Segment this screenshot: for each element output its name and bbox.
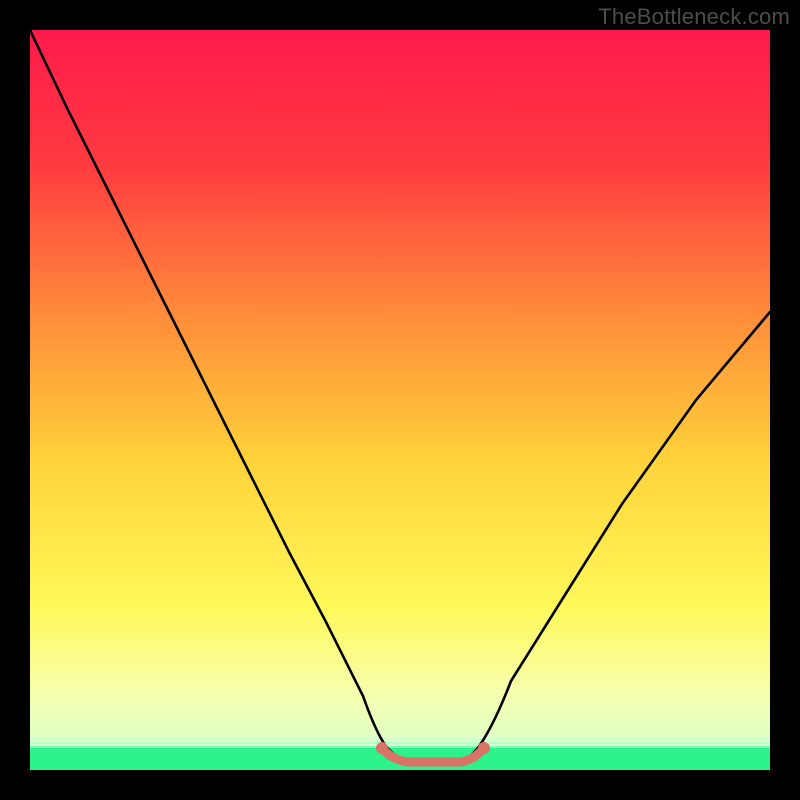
- gradient-background: [30, 30, 770, 770]
- green-band: [30, 738, 770, 770]
- chart-frame: TheBottleneck.com: [0, 0, 800, 800]
- chart-svg: [30, 30, 770, 770]
- watermark-text: TheBottleneck.com: [598, 4, 790, 30]
- plot-area: [30, 30, 770, 770]
